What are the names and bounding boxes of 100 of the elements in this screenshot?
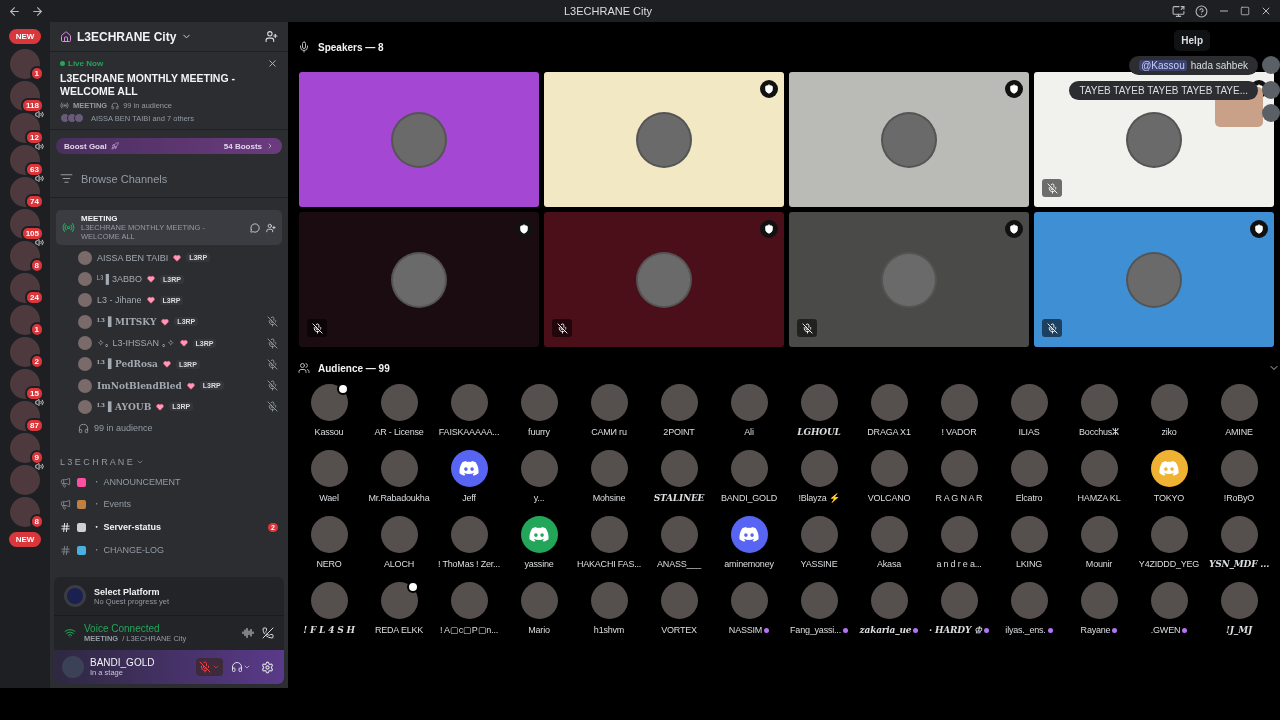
audience-name: ! F L 4 S H — [303, 625, 355, 635]
new-badge[interactable]: NEW — [8, 29, 42, 44]
close-icon[interactable] — [267, 58, 278, 69]
chat-bubble: @Kassou hada sahbek — [1129, 56, 1258, 75]
server-house-icon — [60, 30, 72, 43]
member-name[interactable]: ✧｡ L3-IHSSAN ｡✧ — [97, 338, 175, 349]
member-name[interactable]: AISSA BEN TAIBI — [97, 252, 169, 263]
member-name[interactable]: L3 - Jihane — [97, 295, 142, 306]
audience-name: REDA ELKK — [374, 625, 424, 635]
heart-icon — [162, 360, 171, 369]
speaker-tile[interactable] — [299, 212, 539, 347]
discord-logo-icon — [1159, 461, 1179, 476]
avatar — [78, 250, 92, 265]
mention-count: 63 — [25, 162, 44, 177]
maximize-icon[interactable] — [1240, 6, 1250, 16]
sound-icon[interactable] — [242, 627, 254, 639]
speaker-tile[interactable] — [299, 72, 539, 207]
member-name[interactable]: ᴸ³ ▌AYOUB — [97, 401, 152, 412]
voice-status: Voice Connected — [84, 623, 161, 634]
mention[interactable]: @Kassou — [1139, 60, 1187, 71]
member-name[interactable]: ᴸ³ ▌PedRosa — [97, 359, 158, 370]
avatar[interactable] — [520, 516, 558, 553]
headphones-icon — [231, 661, 243, 673]
speaker-tile[interactable] — [1034, 72, 1274, 207]
audience-name: YASSINE — [800, 559, 838, 569]
headphones-icon — [78, 422, 89, 434]
audience-name: y... — [533, 493, 545, 503]
audience-name: Rayane — [1080, 625, 1118, 635]
category-name[interactable]: L 3 E C H R A N E — [60, 456, 133, 467]
avatar[interactable] — [1150, 450, 1188, 487]
disconnect-icon[interactable] — [262, 627, 274, 639]
audience-name: .GWEN — [1150, 625, 1188, 635]
server-icon[interactable] — [10, 241, 40, 271]
avatar — [78, 293, 92, 308]
avatar[interactable] — [450, 450, 488, 487]
channel-name[interactable]: ・ Server-status — [92, 521, 263, 535]
audience-name: NASSIM — [728, 625, 770, 635]
stage-icon — [62, 221, 75, 235]
discord-logo-icon — [459, 461, 479, 476]
avatar — [78, 314, 92, 329]
audience-name: TOKYO — [1153, 493, 1185, 503]
audience-name: Elcatro — [1015, 493, 1043, 503]
close-icon[interactable] — [1260, 5, 1272, 17]
signal-icon — [64, 627, 76, 639]
help-icon[interactable] — [1195, 4, 1208, 18]
audience-name: · HARDY ♔ — [929, 625, 989, 635]
discord-logo-icon — [529, 527, 549, 542]
speaker-tile[interactable] — [789, 72, 1029, 207]
screen-icon[interactable] — [1172, 4, 1185, 18]
section-title: Audience — 99 — [318, 362, 390, 374]
avatar-stack — [60, 113, 81, 124]
audience-name: Jeff — [462, 493, 476, 503]
settings-button[interactable] — [259, 658, 276, 676]
window-title: L3ECHRANE City — [563, 5, 653, 17]
member-name[interactable]: ᴸ³ ▌MITSKY — [97, 316, 157, 327]
headphones-icon — [111, 101, 120, 110]
avatar — [1262, 56, 1280, 74]
channel-name[interactable]: ・ Events — [92, 498, 278, 512]
avatar[interactable] — [380, 582, 418, 619]
caret-icon — [243, 663, 251, 671]
channel-emoji-icon — [77, 523, 86, 533]
audience-name: ziko — [1161, 427, 1177, 437]
avatar — [1262, 81, 1280, 99]
new-badge[interactable]: NEW — [8, 532, 42, 547]
audience-name: BANDI_GOLD — [721, 493, 777, 503]
avatar[interactable] — [730, 516, 768, 553]
mic-off-icon — [199, 661, 211, 673]
channel-emoji-icon — [77, 477, 86, 487]
channel-name[interactable]: ・ ANNOUNCEMENT — [92, 475, 278, 489]
avatar — [78, 357, 92, 372]
heart-icon — [179, 339, 188, 348]
speaker-tile[interactable] — [544, 72, 784, 207]
audience-name: Mounir — [1085, 559, 1113, 569]
avatar — [78, 272, 92, 287]
speaker-tile[interactable] — [1034, 212, 1274, 347]
browse-channels[interactable]: Browse Channels — [50, 154, 288, 199]
avatar[interactable] — [310, 384, 348, 421]
forward-arrow-icon[interactable] — [31, 4, 44, 18]
invite-icon[interactable] — [265, 30, 278, 43]
audience-name: Kassou — [314, 427, 344, 437]
speaker-tile[interactable] — [789, 212, 1029, 347]
boost-goal-label: Boost Goal — [64, 141, 107, 151]
chat-icon[interactable] — [250, 222, 260, 233]
live-status: Live Now — [60, 59, 104, 68]
mention-count: 118 — [21, 98, 44, 113]
server-name[interactable]: L3ECHRANE City — [77, 29, 177, 44]
heart-icon — [146, 296, 155, 305]
member-name[interactable]: ᴸ³ ▌3ABBO — [97, 274, 143, 285]
boost-goal-bar[interactable]: Boost Goal 54 Boosts — [56, 138, 282, 155]
mic-icon — [298, 41, 310, 53]
settings-icon — [261, 660, 274, 674]
audience-name: aminemoney — [724, 559, 774, 569]
member-name[interactable]: ImNotBlendBled — [97, 380, 182, 391]
stage-icon — [60, 101, 69, 111]
back-arrow-icon[interactable] — [8, 4, 21, 18]
speaker-tile[interactable] — [544, 212, 784, 347]
mic-button[interactable] — [196, 658, 223, 676]
invite-icon[interactable] — [266, 222, 276, 233]
audience-name: Mr.Rabadoukha — [368, 493, 430, 503]
channel-name[interactable]: ・ CHANGE-LOG — [92, 543, 278, 557]
